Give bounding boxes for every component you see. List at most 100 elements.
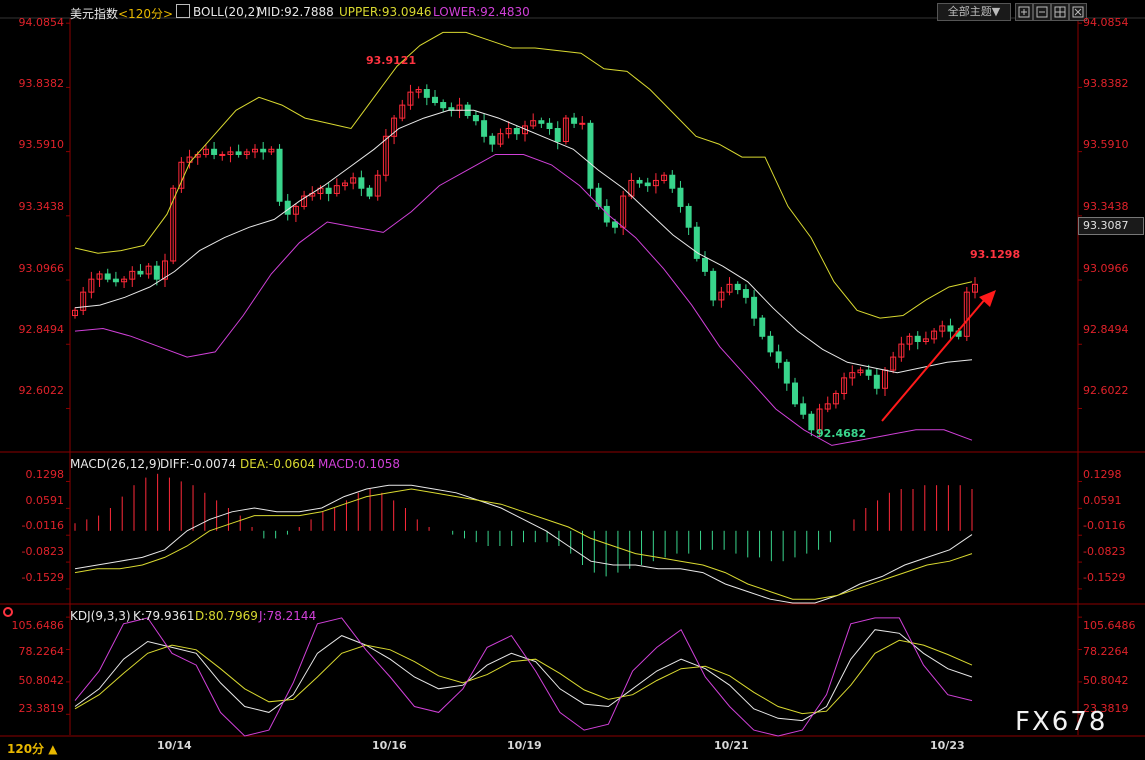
kdj-marker-icon[interactable] <box>3 607 13 617</box>
price-tick-right: 93.8382 <box>1083 77 1129 90</box>
candle <box>677 187 684 207</box>
price-tick-left: 92.8494 <box>18 323 65 336</box>
chart-canvas[interactable] <box>0 0 1145 760</box>
kdj-tick-right: 78.2264 <box>1083 645 1129 658</box>
candle <box>440 102 447 109</box>
macd-tick-right: -0.0823 <box>1083 545 1126 558</box>
macd-dea: DEA:-0.0604 <box>240 457 316 471</box>
candle <box>800 403 807 415</box>
kdj-label: KDJ(9,3,3) <box>70 609 131 623</box>
candle <box>742 289 749 298</box>
price-tick-right: 93.3438 <box>1083 200 1129 213</box>
candle <box>153 265 160 280</box>
candle <box>587 122 594 189</box>
chart-window[interactable]: 美元指数 <120分> BOLL(20,2) MID:92.7888 UPPER… <box>0 0 1145 760</box>
recent-high-label: 93.1298 <box>970 248 1021 261</box>
theme-menu-button[interactable]: 全部主题▼ <box>937 3 1011 21</box>
candle <box>710 270 717 301</box>
candle <box>579 122 586 125</box>
candle <box>767 335 774 353</box>
period-value: 120分 <box>7 742 45 756</box>
kdj-tick-right: 50.8042 <box>1083 674 1129 687</box>
macd-label: MACD(26,12,9) <box>70 457 162 471</box>
macd-tick-right: 0.0591 <box>1083 494 1122 507</box>
period-title: <120分> <box>118 7 174 21</box>
macd-tick-right: -0.0116 <box>1083 519 1126 532</box>
candle <box>914 335 921 342</box>
date-label: 10/16 <box>372 739 407 752</box>
macd-tick-left: 0.1298 <box>25 468 65 481</box>
date-label: 10/14 <box>157 739 192 752</box>
price-tick-right: 92.6022 <box>1083 384 1129 397</box>
price-tick-right: 93.5910 <box>1083 138 1129 151</box>
zoom-out-icon[interactable] <box>1033 3 1051 21</box>
candle <box>612 221 618 228</box>
kdj-j: J:78.2144 <box>259 609 317 623</box>
candle <box>644 182 651 187</box>
candle <box>792 382 798 405</box>
low-price-label: 92.4682 <box>816 427 867 440</box>
candle <box>546 122 553 129</box>
period-arrow-icon: ▲ <box>48 742 58 756</box>
price-tick-right: 93.0966 <box>1083 262 1129 275</box>
candle <box>260 148 267 153</box>
candle <box>104 273 111 280</box>
candle <box>325 187 332 194</box>
kdj-d: D:80.7969 <box>195 609 258 623</box>
candle <box>603 205 610 223</box>
candle <box>783 361 790 384</box>
boll-mid: MID:92.7888 <box>257 5 334 19</box>
layout-icon[interactable] <box>1051 3 1069 21</box>
candle <box>489 135 496 145</box>
macd-tick-left: -0.1529 <box>21 571 64 584</box>
boll-label: BOLL(20,2) <box>193 5 260 19</box>
price-tick-right: 92.8494 <box>1083 323 1129 336</box>
candle <box>751 296 758 319</box>
high-price-label: 93.9121 <box>366 54 417 67</box>
kdj-tick-right: 105.6486 <box>1083 619 1136 632</box>
candle <box>284 200 291 215</box>
macd-tick-left: -0.0823 <box>21 545 64 558</box>
macd-value: MACD:0.1058 <box>318 457 401 471</box>
candle <box>513 128 520 135</box>
boll-toggle-icon[interactable] <box>176 4 190 18</box>
candle <box>538 120 545 124</box>
candle <box>211 148 218 155</box>
price-tick-left: 93.8382 <box>18 77 65 90</box>
candle <box>472 115 479 122</box>
candle <box>112 278 119 283</box>
boll-lower: LOWER:92.4830 <box>433 5 530 19</box>
price-tick-left: 93.5910 <box>18 138 65 151</box>
kdj-tick-left: 23.3819 <box>18 702 65 715</box>
boll-upper: UPPER:93.0946 <box>339 5 432 19</box>
candle <box>669 174 676 189</box>
price-tick-left: 92.6022 <box>18 384 65 397</box>
candle <box>865 369 872 376</box>
price-tick-left: 93.0966 <box>18 262 65 275</box>
date-label: 10/21 <box>714 739 749 752</box>
candle <box>219 153 226 156</box>
candle <box>571 117 578 124</box>
macd-tick-left: 0.0591 <box>25 494 65 507</box>
period-selector[interactable]: 120分 ▲ <box>7 740 57 757</box>
date-label: 10/23 <box>930 739 965 752</box>
candle <box>554 128 561 142</box>
macd-tick-right: 0.1298 <box>1083 468 1122 481</box>
candle <box>947 325 954 332</box>
candle <box>636 179 643 184</box>
candle <box>137 270 144 275</box>
candle <box>481 120 488 137</box>
zoom-in-icon[interactable] <box>1015 3 1033 21</box>
price-tick-right: 94.0854 <box>1083 16 1129 29</box>
kdj-k: K:79.9361 <box>133 609 195 623</box>
date-label: 10/19 <box>507 739 542 752</box>
price-tick-left: 94.0854 <box>18 16 65 29</box>
macd-tick-right: -0.1529 <box>1083 571 1126 584</box>
kdj-tick-left: 78.2264 <box>18 645 65 658</box>
background <box>0 0 1145 760</box>
price-tick-left: 93.3438 <box>18 200 65 213</box>
candle <box>276 148 283 202</box>
candle <box>432 96 438 104</box>
current-price-box: 93.3087 <box>1078 217 1144 235</box>
instrument-title: 美元指数 <box>70 7 119 21</box>
